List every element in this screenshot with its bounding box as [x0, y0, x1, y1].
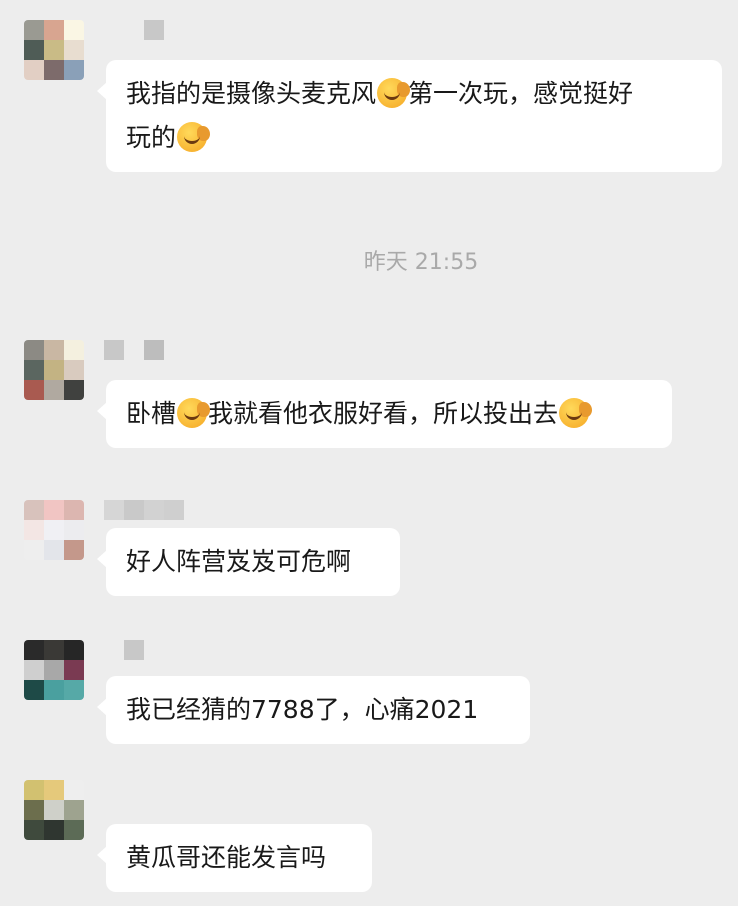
- name-pixel: [144, 20, 164, 40]
- avatar-pixel: [44, 520, 64, 540]
- avatar-pixel: [64, 540, 84, 560]
- avatar-pixel: [64, 660, 84, 680]
- avatar-pixel: [44, 500, 64, 520]
- avatar-pixel: [24, 780, 44, 800]
- name-pixel: [164, 500, 184, 520]
- avatar-pixel: [64, 500, 84, 520]
- avatar-pixel: [64, 380, 84, 400]
- message-bubble[interactable]: 黄瓜哥还能发言吗: [97, 824, 372, 892]
- sender-name: [104, 500, 184, 520]
- sender-name: [124, 640, 144, 660]
- avatar-pixel: [24, 360, 44, 380]
- message-bubble[interactable]: 卧槽 我就看他衣服好看，所以投出去: [97, 380, 672, 448]
- message-bubble[interactable]: 好人阵营岌岌可危啊: [97, 528, 400, 596]
- facepalm-laugh-icon: [377, 78, 411, 108]
- avatar-pixel: [44, 660, 64, 680]
- sender-name: [144, 20, 164, 40]
- name-pixel: [124, 500, 144, 520]
- name-pixel: [104, 500, 124, 520]
- timestamp: 昨天 21:55: [363, 250, 479, 275]
- message-text: 我就看他衣服好看，所以投出去: [208, 399, 559, 428]
- avatar-pixel: [64, 60, 84, 80]
- message-text: 卧槽: [126, 399, 177, 428]
- avatar-pixel: [44, 360, 64, 380]
- avatar-pixel: [24, 660, 44, 680]
- avatar-pixel: [44, 340, 64, 360]
- avatar-pixel: [64, 800, 84, 820]
- avatar-pixel: [64, 340, 84, 360]
- avatar-pixel: [64, 40, 84, 60]
- avatar-pixel: [24, 60, 44, 80]
- avatar-pixel: [24, 520, 44, 540]
- message-text: 我已经猜的7788了，心痛2021: [126, 695, 479, 724]
- message-text: 好人阵营岌岌可危啊: [126, 547, 352, 576]
- avatar-pixel: [44, 60, 64, 80]
- name-pixel: [124, 340, 144, 360]
- avatar-pixel: [24, 680, 44, 700]
- avatar-pixel: [64, 20, 84, 40]
- avatar-pixel: [44, 640, 64, 660]
- message-text: 玩的: [126, 123, 177, 152]
- avatar[interactable]: [24, 780, 84, 840]
- avatar[interactable]: [24, 500, 84, 560]
- avatar-pixel: [44, 780, 64, 800]
- avatar-pixel: [64, 520, 84, 540]
- message-bubble[interactable]: 我指的是摄像头麦克风 第一次玩，感觉挺好玩的: [97, 60, 722, 172]
- avatar-pixel: [44, 20, 64, 40]
- avatar[interactable]: [24, 20, 84, 80]
- avatar[interactable]: [24, 640, 84, 700]
- avatar-pixel: [24, 500, 44, 520]
- avatar-pixel: [44, 540, 64, 560]
- facepalm-laugh-icon: [177, 398, 211, 428]
- avatar-pixel: [24, 800, 44, 820]
- facepalm-laugh-icon: [177, 122, 211, 152]
- avatar-pixel: [24, 540, 44, 560]
- message-text: 我指的是摄像头麦克风: [126, 79, 377, 108]
- name-pixel: [144, 500, 164, 520]
- name-pixel: [124, 640, 144, 660]
- avatar[interactable]: [24, 340, 84, 400]
- avatar-pixel: [24, 40, 44, 60]
- name-pixel: [104, 340, 124, 360]
- avatar-pixel: [24, 640, 44, 660]
- facepalm-laugh-icon: [559, 398, 593, 428]
- message-text: 黄瓜哥还能发言吗: [126, 843, 327, 872]
- avatar-pixel: [24, 380, 44, 400]
- avatar-pixel: [44, 40, 64, 60]
- message-text: 第一次玩，感觉挺好: [408, 79, 634, 108]
- avatar-pixel: [64, 820, 84, 840]
- avatar-pixel: [64, 780, 84, 800]
- avatar-pixel: [64, 360, 84, 380]
- message-bubble[interactable]: 我已经猜的7788了，心痛2021: [97, 676, 530, 744]
- sender-name: [104, 340, 164, 360]
- avatar-pixel: [44, 680, 64, 700]
- avatar-pixel: [64, 680, 84, 700]
- avatar-pixel: [44, 800, 64, 820]
- avatar-pixel: [44, 820, 64, 840]
- avatar-pixel: [24, 820, 44, 840]
- avatar-pixel: [64, 640, 84, 660]
- avatar-pixel: [24, 20, 44, 40]
- avatar-pixel: [24, 340, 44, 360]
- avatar-pixel: [44, 380, 64, 400]
- name-pixel: [144, 340, 164, 360]
